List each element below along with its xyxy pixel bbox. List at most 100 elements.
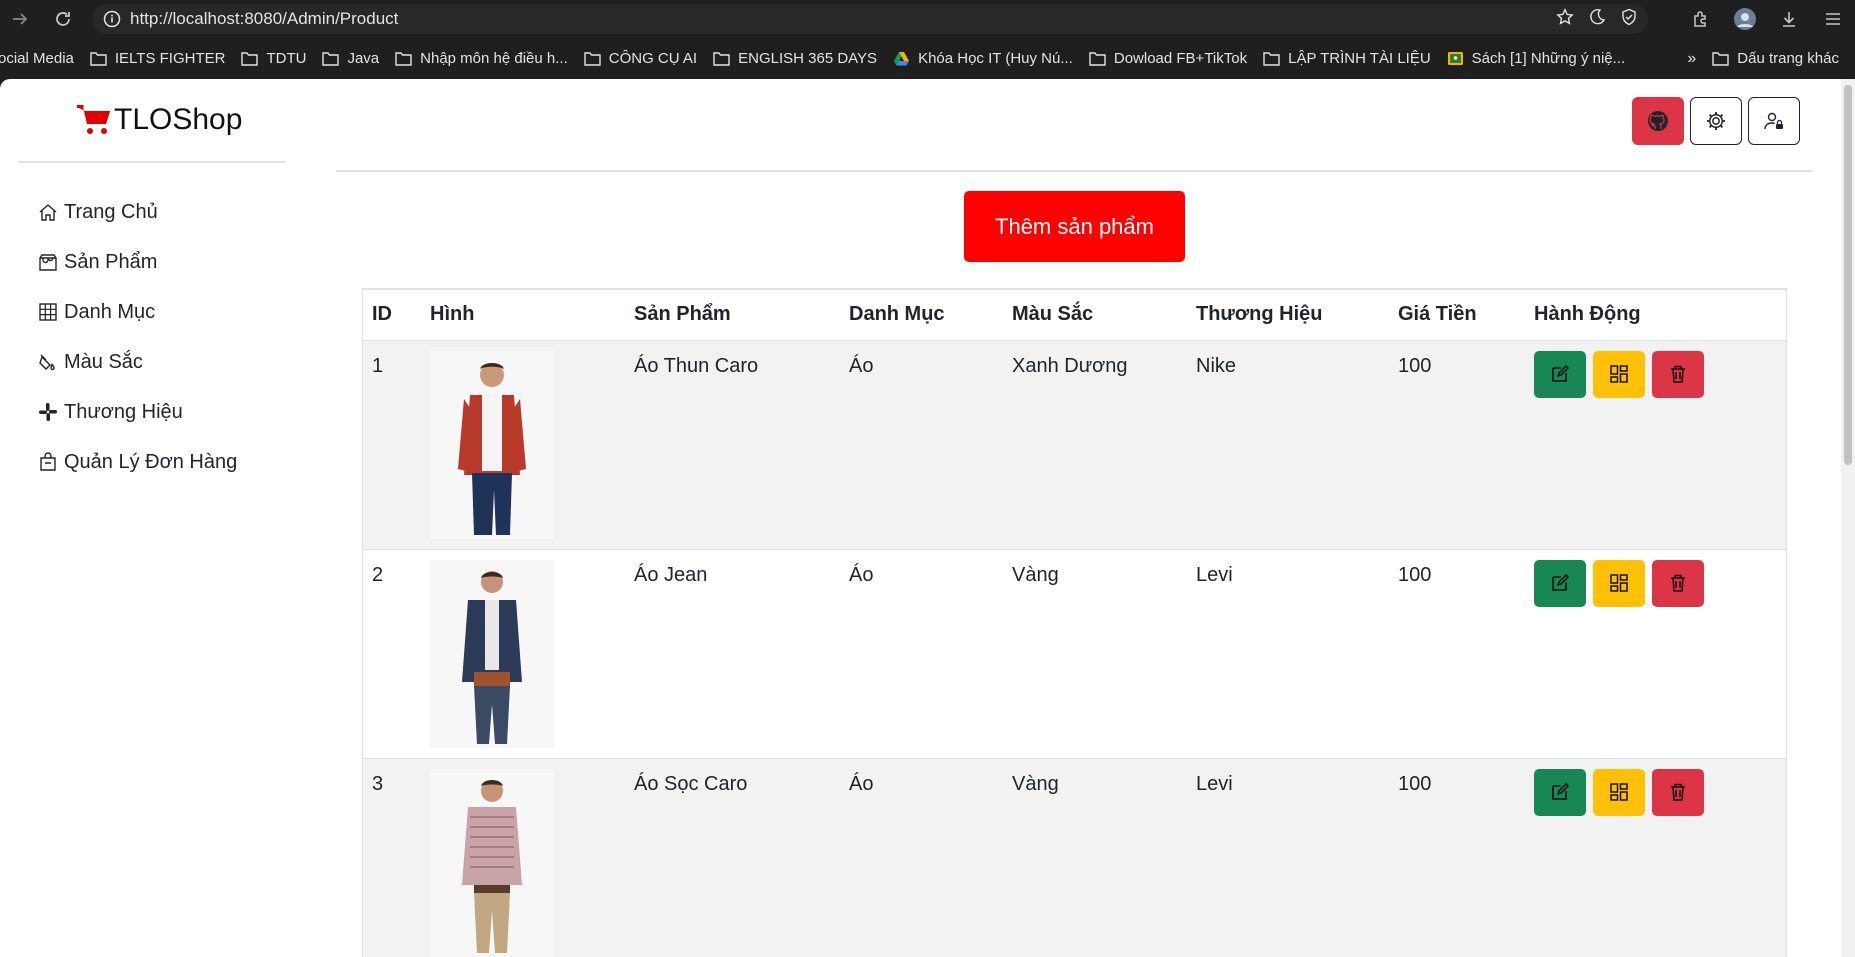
bookmark-item[interactable]: ENGLISH 365 DAYS (713, 50, 877, 67)
folder-icon (241, 52, 259, 66)
house-icon (39, 204, 57, 221)
detail-button[interactable] (1593, 768, 1645, 816)
folder-icon (1712, 52, 1729, 66)
trash-icon (1671, 365, 1685, 383)
other-bookmarks-folder[interactable]: Dấu trang khác (1712, 50, 1839, 67)
bookmark-label: TDTU (266, 50, 307, 67)
cart-icon (77, 105, 110, 134)
sidebar-item-quan-ly-don-hang[interactable]: Quản Lý Đơn Hàng (18, 437, 285, 487)
trash-icon (1671, 783, 1685, 801)
classroom-icon (1447, 52, 1463, 65)
delete-button[interactable] (1652, 350, 1704, 398)
cell-product-name: Áo Sọc Caro (625, 758, 840, 957)
sidebar-item-danh-muc[interactable]: Danh Mục (18, 287, 285, 337)
slack-icon (39, 403, 57, 421)
edit-button[interactable] (1534, 350, 1586, 398)
page-scrollbar[interactable] (1841, 79, 1855, 957)
brand-name: TLOShop (114, 103, 243, 136)
extensions-icon[interactable] (1679, 0, 1723, 38)
bookmark-label: CÔNG CỤ AI (608, 50, 698, 67)
folder-icon (584, 52, 601, 66)
cell-category: Áo (840, 758, 1003, 957)
shop-icon (39, 254, 57, 271)
bookmark-label: ENGLISH 365 DAYS (738, 50, 878, 67)
delete-button[interactable] (1652, 768, 1704, 816)
menu-icon[interactable] (1811, 0, 1855, 38)
column-header-actions[interactable]: Hành Động (1525, 290, 1786, 341)
github-button[interactable] (1632, 97, 1684, 145)
bookmark-item[interactable]: Dowload FB+TikTok (1089, 50, 1247, 67)
bookmark-item[interactable]: CÔNG CỤ AI (584, 50, 697, 67)
sidebar-item-mau-sac[interactable]: Màu Sắc (18, 337, 285, 387)
profile-avatar[interactable] (1723, 0, 1767, 38)
account-button[interactable] (1748, 97, 1800, 145)
bookmark-item[interactable]: Java (322, 50, 379, 67)
shield-icon[interactable] (1620, 8, 1638, 31)
other-bookmarks-label: Dấu trang khác (1737, 50, 1839, 67)
table-row: 3 Áo Sọc Caro Áo Vàng Levi 100 (363, 758, 1786, 957)
cell-image (421, 758, 625, 957)
column-header-id[interactable]: ID (363, 290, 421, 341)
download-icon[interactable] (1767, 0, 1811, 38)
column-header-brand[interactable]: Thương Hiệu (1187, 290, 1389, 341)
github-icon (1648, 111, 1668, 131)
add-product-button[interactable]: Thêm sản phẩm (964, 191, 1185, 262)
detail-button[interactable] (1593, 559, 1645, 607)
bookmark-item[interactable]: Nhập môn hệ điều h... (395, 50, 568, 67)
bookmark-label: Java (347, 50, 380, 67)
folder-icon (322, 52, 340, 66)
address-bar[interactable]: http://localhost:8080/Admin/Product (92, 4, 1648, 34)
cell-category: Áo (840, 340, 1003, 550)
cell-category: Áo (840, 549, 1003, 759)
scrollbar-thumb[interactable] (1844, 85, 1852, 465)
column-header-category[interactable]: Danh Mục (840, 290, 1003, 341)
bookmark-label: Nhập môn hệ điều h... (420, 50, 568, 67)
sidebar-item-san-pham[interactable]: Sản Phẩm (18, 237, 285, 287)
cell-price: 100 (1389, 549, 1525, 759)
bookmark-item[interactable]: ocial Media (0, 50, 74, 67)
bookmark-item[interactable]: Khóa Học IT (Huy Nú... (893, 50, 1073, 67)
brand-logo[interactable]: TLOShop (18, 79, 285, 163)
reload-icon[interactable] (49, 5, 77, 33)
bookmark-star-icon[interactable] (1556, 8, 1574, 31)
bookmarks-more-button[interactable]: » (1687, 50, 1696, 68)
bookmark-label: Sách [1] Những ý niệ... (1471, 50, 1626, 67)
cell-actions (1525, 758, 1786, 957)
sidebar-item-thuong-hieu[interactable]: Thương Hiệu (18, 387, 285, 437)
browser-toolbar: http://localhost:8080/Admin/Product (0, 0, 1855, 38)
settings-button[interactable] (1690, 97, 1742, 145)
grid-view-icon (1610, 574, 1628, 592)
browser-actions (1679, 0, 1855, 38)
folder-icon (395, 52, 412, 66)
column-header-image[interactable]: Hình (421, 290, 625, 341)
edit-icon (1552, 573, 1570, 591)
table-header-row: ID Hình Sản Phẩm Danh Mục Màu Sắc Thương… (363, 290, 1786, 341)
bookmark-item[interactable]: IELTS FIGHTER (90, 50, 225, 67)
url-text: http://localhost:8080/Admin/Product (130, 9, 399, 28)
column-header-price[interactable]: Giá Tiền (1389, 290, 1525, 341)
table-row: 2 Áo Jean Áo Vàng Levi 100 (363, 549, 1786, 759)
bookmark-item[interactable]: LẬP TRÌNH TÀI LIỆU (1263, 50, 1431, 67)
paint-bucket-icon (39, 354, 55, 371)
column-header-color[interactable]: Màu Sắc (1003, 290, 1187, 341)
user-lock-icon (1764, 112, 1783, 130)
sidebar-item-label: Sản Phẩm (64, 250, 158, 273)
bookmark-item[interactable]: TDTU (241, 50, 306, 67)
header-divider (336, 170, 1813, 172)
gear-icon (1707, 112, 1725, 130)
bag-icon (40, 452, 56, 471)
product-image (430, 768, 554, 957)
edit-button[interactable] (1534, 768, 1586, 816)
delete-button[interactable] (1652, 559, 1704, 607)
cell-id: 3 (363, 758, 421, 957)
edit-button[interactable] (1534, 559, 1586, 607)
dark-mode-icon[interactable] (1588, 8, 1606, 31)
detail-button[interactable] (1593, 350, 1645, 398)
cell-color: Vàng (1003, 758, 1187, 957)
site-info-icon[interactable] (102, 9, 122, 29)
grid-icon (39, 303, 57, 321)
bookmark-item[interactable]: Sách [1] Những ý niệ... (1447, 50, 1625, 67)
forward-icon[interactable] (6, 5, 34, 33)
column-header-product[interactable]: Sản Phẩm (625, 290, 840, 341)
sidebar-item-trang-chu[interactable]: Trang Chủ (18, 187, 285, 237)
